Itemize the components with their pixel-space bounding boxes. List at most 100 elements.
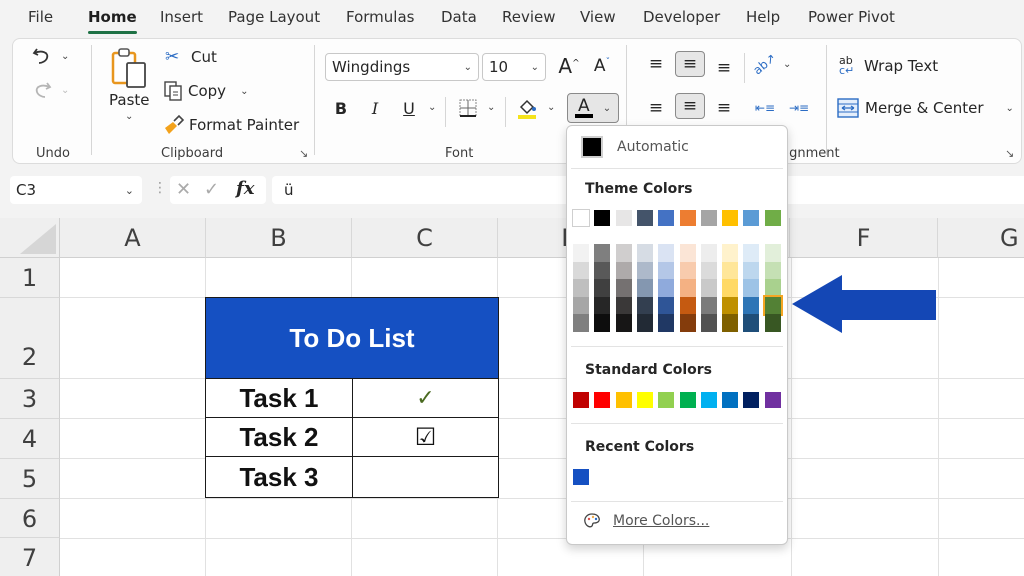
standard-color-swatch[interactable]: [722, 392, 739, 408]
increase-indent-button[interactable]: ⇥≡: [784, 95, 814, 121]
theme-shade-swatch[interactable]: [658, 314, 675, 332]
theme-shade-swatch[interactable]: [743, 279, 760, 297]
fill-color-dropdown-chevron-icon[interactable]: ⌄: [547, 102, 555, 113]
wrap-text-button[interactable]: ab c↵ Wrap Text: [839, 55, 938, 76]
tab-power-pivot[interactable]: Power Pivot: [808, 8, 895, 26]
theme-shade-swatch[interactable]: [700, 261, 717, 279]
theme-shade-swatch[interactable]: [764, 244, 781, 262]
task-1-status-cell[interactable]: ✓: [352, 378, 499, 418]
theme-shade-swatch[interactable]: [658, 296, 675, 314]
todo-title-cell[interactable]: To Do List: [205, 297, 499, 379]
recent-color-swatch[interactable]: [573, 469, 589, 485]
font-color-dropdown-chevron-icon[interactable]: ⌄: [603, 103, 611, 114]
merge-dropdown-chevron-icon[interactable]: ⌄: [1006, 103, 1014, 114]
task-2-status-cell[interactable]: ☑: [352, 417, 499, 457]
theme-shade-swatch[interactable]: [658, 244, 675, 262]
tab-file[interactable]: File: [28, 8, 53, 26]
theme-shade-swatch[interactable]: [743, 261, 760, 279]
theme-shade-swatch[interactable]: [594, 314, 611, 332]
theme-shade-swatch[interactable]: [573, 296, 589, 314]
fill-color-button[interactable]: [512, 95, 542, 121]
theme-shade-swatch[interactable]: [679, 244, 696, 262]
insert-function-icon[interactable]: fx: [236, 178, 254, 199]
theme-shade-swatch[interactable]: [594, 261, 611, 279]
standard-color-swatch[interactable]: [573, 392, 589, 408]
theme-shade-swatch[interactable]: [573, 244, 589, 262]
theme-shade-swatch[interactable]: [615, 244, 632, 262]
enter-check-icon[interactable]: ✓: [204, 179, 219, 200]
alignment-dialog-launcher-icon[interactable]: ↘: [1005, 147, 1014, 160]
theme-shade-swatch[interactable]: [722, 244, 739, 262]
select-all-corner[interactable]: [0, 218, 60, 258]
theme-color-swatch[interactable]: [615, 210, 632, 226]
row-header-6[interactable]: 6: [0, 499, 60, 538]
theme-shade-swatch[interactable]: [700, 314, 717, 332]
tab-data[interactable]: Data: [441, 8, 477, 26]
column-header-a[interactable]: A: [60, 218, 206, 258]
undo-dropdown-chevron-icon[interactable]: ⌄: [61, 51, 69, 62]
theme-shade-swatch[interactable]: [636, 279, 653, 297]
task-2-name-cell[interactable]: Task 2: [205, 417, 353, 457]
theme-shade-swatch[interactable]: [700, 296, 717, 314]
theme-shade-swatch[interactable]: [636, 296, 653, 314]
copy-dropdown-chevron-icon[interactable]: ⌄: [240, 86, 248, 97]
theme-shade-swatch[interactable]: [573, 279, 589, 297]
theme-shade-swatch[interactable]: [743, 314, 760, 332]
decrease-font-size-button[interactable]: Aˇ: [587, 53, 617, 79]
standard-color-swatch[interactable]: [658, 392, 675, 408]
automatic-color-option[interactable]: Automatic: [571, 130, 783, 164]
cut-button[interactable]: ✂ Cut: [165, 47, 217, 67]
top-align-button[interactable]: ≡: [641, 51, 671, 77]
tab-help[interactable]: Help: [746, 8, 780, 26]
theme-color-swatch[interactable]: [743, 210, 760, 226]
theme-shade-swatch[interactable]: [679, 296, 696, 314]
tab-insert[interactable]: Insert: [160, 8, 203, 26]
copy-button[interactable]: Copy ⌄: [163, 80, 248, 102]
theme-color-swatch[interactable]: [679, 210, 696, 226]
font-color-button[interactable]: A ⌄: [567, 93, 619, 123]
name-box[interactable]: C3 ⌄: [10, 176, 142, 204]
align-left-button[interactable]: ≡: [641, 95, 671, 121]
row-header-4[interactable]: 4: [0, 419, 60, 459]
redo-dropdown-chevron-icon[interactable]: ⌄: [61, 85, 69, 96]
tab-page-layout[interactable]: Page Layout: [228, 8, 320, 26]
theme-shade-swatch[interactable]: [679, 261, 696, 279]
column-header-b[interactable]: B: [206, 218, 352, 258]
more-colors-button[interactable]: More Colors...: [583, 512, 709, 530]
row-header-3[interactable]: 3: [0, 379, 60, 419]
align-right-button[interactable]: ≡: [709, 95, 739, 121]
theme-shade-swatch[interactable]: [743, 244, 760, 262]
theme-color-swatch[interactable]: [594, 210, 611, 226]
theme-shade-swatch[interactable]: [658, 261, 675, 279]
standard-color-swatch[interactable]: [615, 392, 632, 408]
theme-shade-swatch[interactable]: [764, 279, 781, 297]
tab-developer[interactable]: Developer: [643, 8, 720, 26]
drag-handle-icon[interactable]: ⋮: [153, 180, 167, 196]
theme-shade-swatch[interactable]: [764, 261, 781, 279]
bottom-align-button[interactable]: ≡: [709, 55, 739, 81]
standard-color-swatch[interactable]: [594, 392, 611, 408]
theme-color-swatch[interactable]: [572, 209, 590, 227]
clipboard-dialog-launcher-icon[interactable]: ↘: [299, 147, 308, 160]
theme-shade-swatch[interactable]: [615, 314, 632, 332]
theme-shade-swatch[interactable]: [722, 296, 739, 314]
borders-button[interactable]: [453, 95, 483, 121]
theme-shade-swatch[interactable]: [700, 279, 717, 297]
task-3-name-cell[interactable]: Task 3: [205, 456, 353, 498]
row-header-1[interactable]: 1: [0, 258, 60, 298]
column-header-g[interactable]: G: [938, 218, 1024, 258]
tab-formulas[interactable]: Formulas: [346, 8, 414, 26]
borders-dropdown-chevron-icon[interactable]: ⌄: [487, 102, 495, 113]
middle-align-button[interactable]: ≡: [675, 51, 705, 77]
theme-color-swatch[interactable]: [722, 210, 739, 226]
theme-shade-swatch[interactable]: [679, 314, 696, 332]
orientation-button[interactable]: ab↗: [750, 51, 780, 78]
standard-color-swatch[interactable]: [764, 392, 781, 408]
theme-shade-swatch[interactable]: [764, 314, 781, 332]
cancel-icon[interactable]: ✕: [176, 179, 191, 200]
theme-shade-swatch[interactable]: [615, 261, 632, 279]
theme-shade-swatch[interactable]: [615, 279, 632, 297]
column-header-f[interactable]: F: [790, 218, 938, 258]
theme-shade-swatch[interactable]: [636, 261, 653, 279]
format-painter-button[interactable]: Format Painter: [163, 114, 299, 136]
